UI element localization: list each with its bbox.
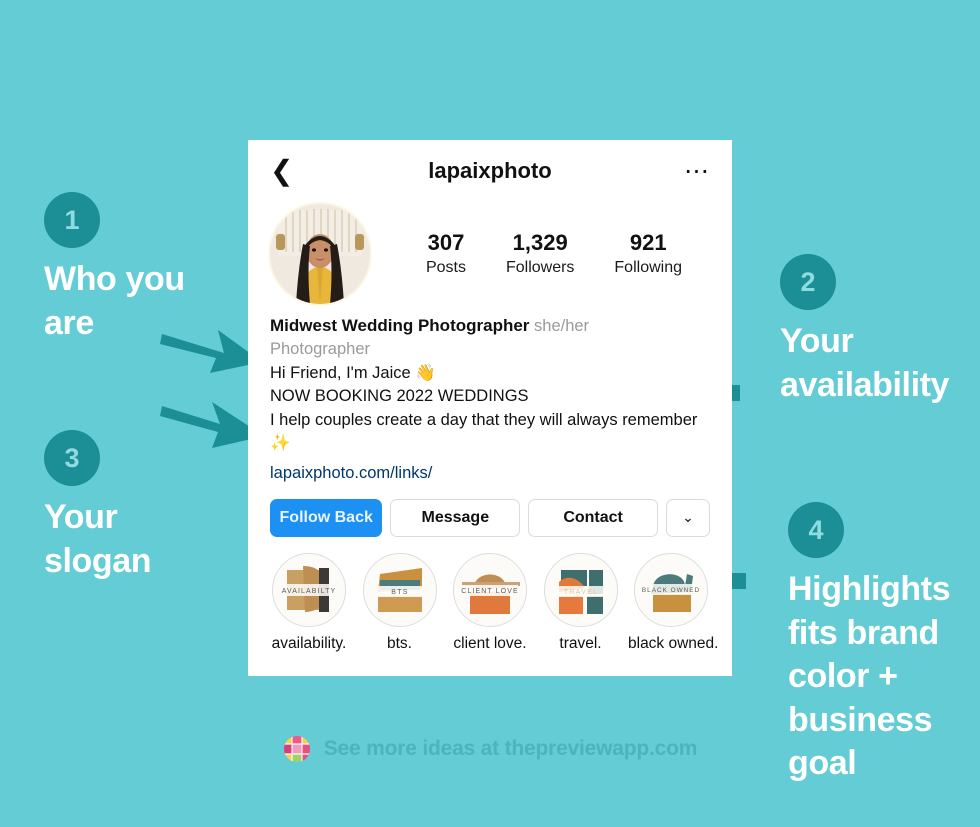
annotation-text-2: Your availability (780, 322, 950, 404)
profile-username: lapaixphoto (428, 158, 552, 183)
highlight-black-owned[interactable]: BLACK OWNED black owned. (628, 552, 719, 653)
highlight-cover-client-love: CLIENT LOVE (453, 552, 527, 627)
bio-line-1: Hi Friend, I'm Jaice 👋 (270, 363, 436, 382)
annotation-badge-4: 4 (788, 502, 844, 558)
svg-text:CLIENT LOVE: CLIENT LOVE (461, 588, 519, 595)
profile-bio: Midwest Wedding Photographer she/her Pho… (248, 304, 732, 485)
svg-text:TRAVEL: TRAVEL (563, 589, 598, 596)
highlight-cover-travel: TRAVEL (543, 552, 618, 627)
highlight-label-travel: travel. (559, 634, 602, 652)
footer-text: See more ideas at thepreviewapp.com (323, 737, 698, 760)
highlight-cover-black-owned: BLACK OWNED (634, 552, 708, 627)
bio-line-3: I help couples create a day that they wi… (270, 410, 698, 453)
stat-posts-label: Posts (425, 258, 466, 276)
highlight-label-black-owned: black owned. (628, 634, 719, 652)
stat-followers-value: 1,329 (512, 230, 568, 256)
annotation-badge-2: 2 (780, 254, 836, 310)
bio-line-2: NOW BOOKING 2022 WEDDINGS (270, 387, 529, 406)
profile-action-buttons: Follow Back Message Contact ⌄ (248, 485, 732, 537)
story-highlights: AVAILABILTY availability. BTS bts. CLIEN… (248, 537, 732, 653)
avatar[interactable] (270, 204, 370, 304)
bio-display-name: Midwest Wedding Photographer (270, 316, 530, 335)
chevron-left-icon[interactable]: ❮ (270, 157, 293, 185)
profile-header: ❮ lapaixphoto ⋯ (248, 140, 732, 202)
svg-text:BTS: BTS (391, 589, 409, 596)
annotation-text-3: Your slogan (44, 498, 152, 580)
stat-followers[interactable]: 1,329 Followers (506, 229, 574, 279)
highlight-availability[interactable]: AVAILABILTY availability. (266, 552, 352, 653)
stat-posts[interactable]: 307 Posts (426, 229, 466, 279)
highlight-client-love[interactable]: CLIENT LOVE client love. (447, 552, 533, 653)
bio-pronouns: she/her (534, 317, 590, 335)
annotation-badge-1: 1 (44, 192, 100, 248)
annotation-badge-3: 3 (44, 430, 100, 486)
stat-following-label: Following (614, 258, 682, 276)
highlight-cover-bts: BTS (362, 552, 437, 627)
bio-category: Photographer (270, 340, 370, 359)
chevron-down-icon[interactable]: ⌄ (666, 498, 710, 537)
highlight-cover-availability: AVAILABILTY (272, 552, 346, 627)
instagram-profile-card: ❮ lapaixphoto ⋯ 307 Posts 1,329 Follower… (248, 140, 732, 676)
highlight-label-client-love: client love. (453, 634, 527, 652)
svg-text:AVAILABILTY: AVAILABILTY (282, 588, 337, 595)
preview-app-logo-icon (283, 736, 310, 762)
profile-stats: 307 Posts 1,329 Followers 921 Following (370, 229, 710, 279)
bio-name-row: Midwest Wedding Photographer she/her (270, 314, 710, 338)
stat-followers-label: Followers (505, 258, 575, 276)
contact-button[interactable]: Contact (528, 498, 658, 537)
bio-website-link[interactable]: lapaixphoto.com/links/ (270, 462, 710, 485)
highlight-label-availability: availability. (271, 634, 347, 652)
profile-summary-row: 307 Posts 1,329 Followers 921 Following (248, 204, 732, 304)
message-button[interactable]: Message (390, 498, 521, 537)
ellipsis-icon[interactable]: ⋯ (684, 159, 710, 183)
svg-text:BLACK OWNED: BLACK OWNED (642, 587, 700, 594)
avatar-image (270, 204, 370, 304)
highlight-travel[interactable]: TRAVEL travel. (538, 552, 624, 653)
stat-posts-value: 307 (427, 230, 465, 256)
highlight-bts[interactable]: BTS bts. (357, 552, 443, 653)
highlight-label-bts: bts. (387, 634, 412, 652)
stat-following[interactable]: 921 Following (614, 229, 682, 279)
footer: See more ideas at thepreviewapp.com (0, 735, 980, 763)
follow-back-button[interactable]: Follow Back (270, 498, 383, 537)
stat-following-value: 921 (629, 230, 667, 256)
